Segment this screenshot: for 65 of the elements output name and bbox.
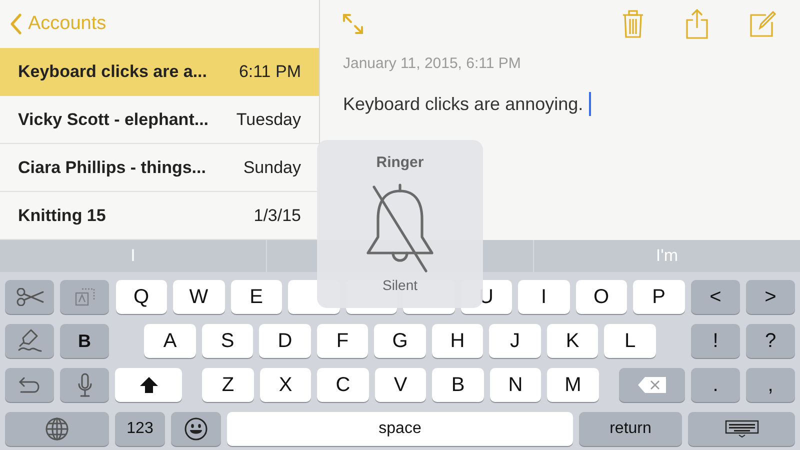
trash-icon[interactable] — [622, 10, 644, 38]
key[interactable]: < — [691, 280, 740, 314]
key[interactable] — [171, 412, 221, 446]
key[interactable]: Z — [202, 368, 254, 402]
note-date: January 11, 2015, 6:11 PM — [343, 54, 522, 74]
key[interactable]: B — [60, 324, 109, 358]
key[interactable]: return — [579, 412, 682, 446]
share-icon[interactable] — [686, 9, 708, 39]
key[interactable]: space — [227, 412, 573, 446]
key[interactable]: . — [691, 368, 740, 402]
key[interactable]: W — [173, 280, 224, 314]
key[interactable]: L — [604, 324, 656, 358]
note-list-item[interactable]: Vicky Scott - elephant... Tuesday — [0, 96, 319, 144]
note-list-item[interactable]: Keyboard clicks are a... 6:11 PM — [0, 48, 319, 96]
glue-bottle-icon — [16, 328, 42, 354]
note-date: Tuesday — [236, 108, 301, 131]
keyboard-icon — [724, 420, 758, 438]
key[interactable]: X — [260, 368, 312, 402]
note-title: Ciara Phillips - things... — [18, 156, 206, 179]
key[interactable]: I — [518, 280, 570, 314]
microphone-icon — [78, 373, 92, 397]
expand-icon[interactable] — [342, 13, 364, 35]
scissors-icon — [16, 288, 44, 306]
key[interactable]: N — [490, 368, 542, 402]
key[interactable]: C — [317, 368, 369, 402]
shift-arrow-icon — [138, 376, 158, 394]
note-date: Sunday — [243, 156, 301, 179]
key[interactable]: K — [546, 324, 598, 358]
text-cursor — [589, 92, 592, 116]
key[interactable]: D — [259, 324, 311, 358]
key[interactable]: A — [144, 324, 196, 358]
key[interactable]: H — [432, 324, 484, 358]
delete-icon — [637, 376, 667, 394]
key[interactable] — [688, 412, 795, 446]
key[interactable] — [115, 368, 182, 402]
overlay-title: Ringer — [376, 153, 424, 173]
note-title: Keyboard clicks are a... — [18, 61, 207, 84]
key[interactable]: F — [316, 324, 368, 358]
key[interactable]: E — [230, 280, 282, 314]
key[interactable]: 123 — [115, 412, 165, 446]
key[interactable]: V — [374, 368, 426, 402]
chevron-icon — [10, 13, 22, 35]
key[interactable]: > — [746, 280, 795, 314]
key[interactable]: B — [432, 368, 484, 402]
key[interactable]: Q — [116, 280, 167, 314]
undo-icon — [18, 377, 40, 393]
key[interactable]: O — [576, 280, 627, 314]
note-date: 1/3/15 — [254, 204, 301, 227]
key[interactable]: ! — [691, 324, 740, 358]
smiley-icon — [184, 417, 208, 441]
text-box-icon — [74, 287, 94, 307]
note-title: Vicky Scott - elephant... — [18, 108, 209, 131]
note-title: Knitting 15 — [18, 204, 106, 227]
key[interactable]: J — [489, 324, 541, 358]
note-text[interactable]: Keyboard clicks are annoying. — [343, 90, 584, 118]
note-date: 6:11 PM — [238, 61, 301, 84]
globe-icon — [45, 417, 69, 441]
key[interactable]: S — [202, 324, 254, 358]
overlay-status: Silent — [382, 276, 418, 294]
key[interactable]: P — [633, 280, 684, 314]
key[interactable]: G — [374, 324, 426, 358]
key[interactable]: , — [746, 368, 795, 402]
key[interactable]: ? — [746, 324, 795, 358]
key[interactable]: M — [547, 368, 599, 402]
compose-icon[interactable] — [750, 11, 776, 37]
